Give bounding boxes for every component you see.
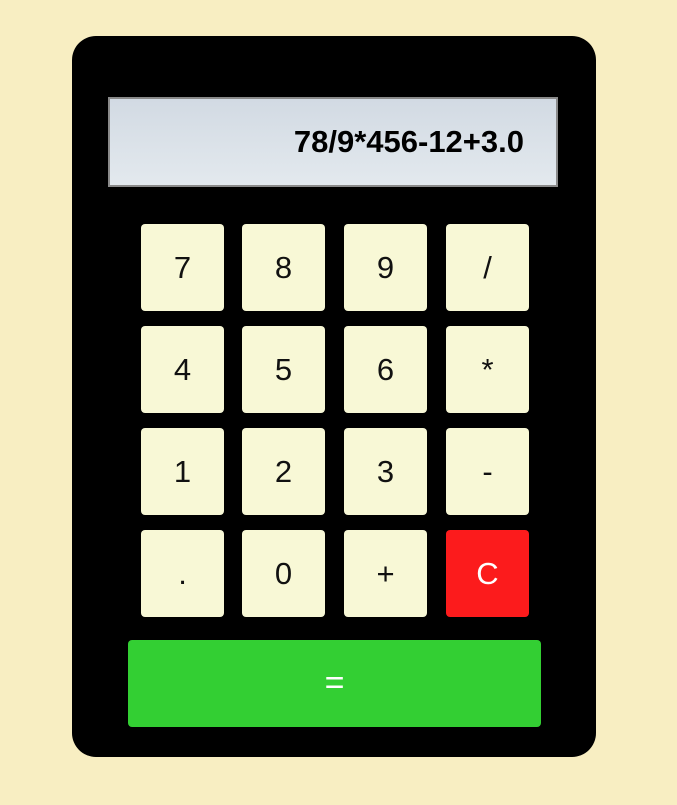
calculator-display: 78/9*456-12+3.0: [108, 97, 558, 187]
decimal-button[interactable]: .: [141, 530, 224, 617]
multiply-button[interactable]: *: [446, 326, 529, 413]
keypad: 7 8 9 / 4 5 6 * 1 2 3 - . 0 + C: [141, 224, 529, 618]
calculator-body: 78/9*456-12+3.0 7 8 9 / 4 5 6 * 1 2 3 - …: [72, 36, 596, 757]
divide-button[interactable]: /: [446, 224, 529, 311]
equals-button[interactable]: =: [128, 640, 541, 727]
key-0-button[interactable]: 0: [242, 530, 325, 617]
clear-button[interactable]: C: [446, 530, 529, 617]
key-3-button[interactable]: 3: [344, 428, 427, 515]
key-1-button[interactable]: 1: [141, 428, 224, 515]
add-button[interactable]: +: [344, 530, 427, 617]
subtract-button[interactable]: -: [446, 428, 529, 515]
display-expression: 78/9*456-12+3.0: [293, 124, 524, 159]
key-4-button[interactable]: 4: [141, 326, 224, 413]
key-5-button[interactable]: 5: [242, 326, 325, 413]
key-8-button[interactable]: 8: [242, 224, 325, 311]
key-6-button[interactable]: 6: [344, 326, 427, 413]
key-7-button[interactable]: 7: [141, 224, 224, 311]
key-2-button[interactable]: 2: [242, 428, 325, 515]
key-9-button[interactable]: 9: [344, 224, 427, 311]
